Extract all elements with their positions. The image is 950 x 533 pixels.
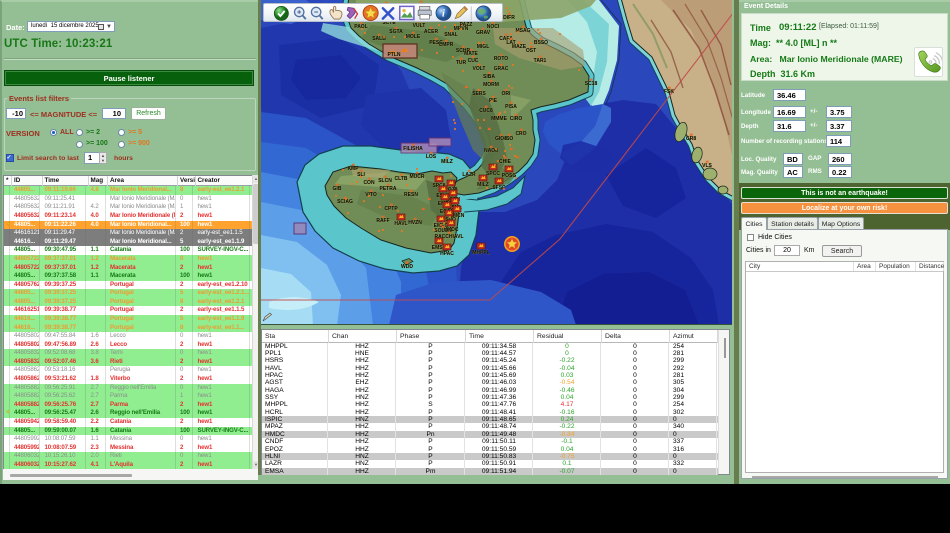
svg-text:SPCC: SPCC bbox=[486, 171, 500, 177]
svg-text:MORM: MORM bbox=[483, 82, 499, 88]
svg-text:CHIE: CHIE bbox=[499, 159, 512, 165]
svg-text:MMME: MMME bbox=[491, 116, 507, 122]
svg-text:RESN: RESN bbox=[404, 192, 418, 198]
svg-text:MILZ: MILZ bbox=[477, 182, 489, 188]
svg-text:PESC: PESC bbox=[429, 40, 443, 46]
svg-text:MILZ: MILZ bbox=[441, 159, 453, 165]
svg-text:GRAC: GRAC bbox=[494, 66, 509, 72]
svg-text:TAR1: TAR1 bbox=[534, 58, 547, 64]
svg-text:CPTP: CPTP bbox=[384, 206, 398, 212]
svg-text:POSG: POSG bbox=[502, 173, 517, 179]
svg-text:SC18: SC18 bbox=[585, 81, 598, 87]
svg-text:SLCN: SLCN bbox=[378, 178, 392, 184]
svg-text:MUCR: MUCR bbox=[410, 174, 425, 180]
svg-text:BSSO: BSSO bbox=[534, 40, 548, 46]
svg-text:GRAV: GRAV bbox=[476, 30, 491, 36]
svg-text:GR8: GR8 bbox=[686, 136, 697, 142]
svg-text:VOLT: VOLT bbox=[473, 66, 486, 72]
svg-text:HVZN: HVZN bbox=[408, 220, 422, 226]
svg-text:PIE: PIE bbox=[489, 98, 498, 104]
svg-text:WDD: WDD bbox=[401, 264, 413, 270]
svg-text:SGTA: SGTA bbox=[389, 29, 403, 35]
svg-text:MATE: MATE bbox=[464, 51, 478, 57]
svg-text:PETRA: PETRA bbox=[380, 186, 397, 192]
svg-text:TUR: TUR bbox=[456, 60, 467, 66]
svg-text:PISA: PISA bbox=[505, 104, 517, 110]
svg-text:CLTB: CLTB bbox=[395, 176, 408, 182]
svg-text:LAT: LAT bbox=[506, 40, 515, 46]
svg-text:VLS: VLS bbox=[702, 163, 712, 169]
svg-text:MHPPL: MHPPL bbox=[472, 250, 490, 256]
svg-text:SCIAG: SCIAG bbox=[337, 199, 353, 205]
svg-text:VITO: VITO bbox=[365, 192, 377, 198]
svg-text:CUC: CUC bbox=[468, 58, 479, 64]
svg-text:HPAC: HPAC bbox=[440, 251, 454, 257]
svg-text:ROTO: ROTO bbox=[494, 56, 508, 62]
svg-text:CRO: CRO bbox=[515, 131, 526, 137]
svg-text:DIFR: DIFR bbox=[503, 15, 515, 21]
svg-text:ISO: ISO bbox=[505, 136, 514, 142]
svg-text:FSK: FSK bbox=[664, 89, 674, 95]
svg-text:SIBA: SIBA bbox=[483, 74, 495, 80]
svg-text:MOLE: MOLE bbox=[406, 34, 421, 40]
svg-text:CIRO: CIRO bbox=[510, 116, 523, 122]
svg-text:SERS: SERS bbox=[472, 91, 486, 97]
svg-text:SNAL: SNAL bbox=[444, 32, 458, 38]
svg-text:LOS: LOS bbox=[426, 154, 437, 160]
svg-text:RAFF: RAFF bbox=[376, 218, 389, 224]
svg-text:HAVL: HAVL bbox=[394, 221, 407, 227]
svg-text:CON: CON bbox=[363, 180, 375, 186]
svg-text:ACER: ACER bbox=[424, 29, 439, 35]
svg-text:PTLN: PTLN bbox=[387, 52, 400, 58]
svg-text:i: i bbox=[442, 8, 445, 19]
svg-text:LAZR: LAZR bbox=[462, 172, 476, 178]
svg-text:ORI: ORI bbox=[502, 91, 512, 97]
svg-text:CUC8: CUC8 bbox=[479, 108, 493, 114]
svg-text:MIGL: MIGL bbox=[477, 44, 490, 50]
svg-text:FILISHA: FILISHA bbox=[403, 146, 423, 152]
svg-text:OST: OST bbox=[526, 48, 536, 54]
svg-text:GIB: GIB bbox=[333, 186, 342, 192]
